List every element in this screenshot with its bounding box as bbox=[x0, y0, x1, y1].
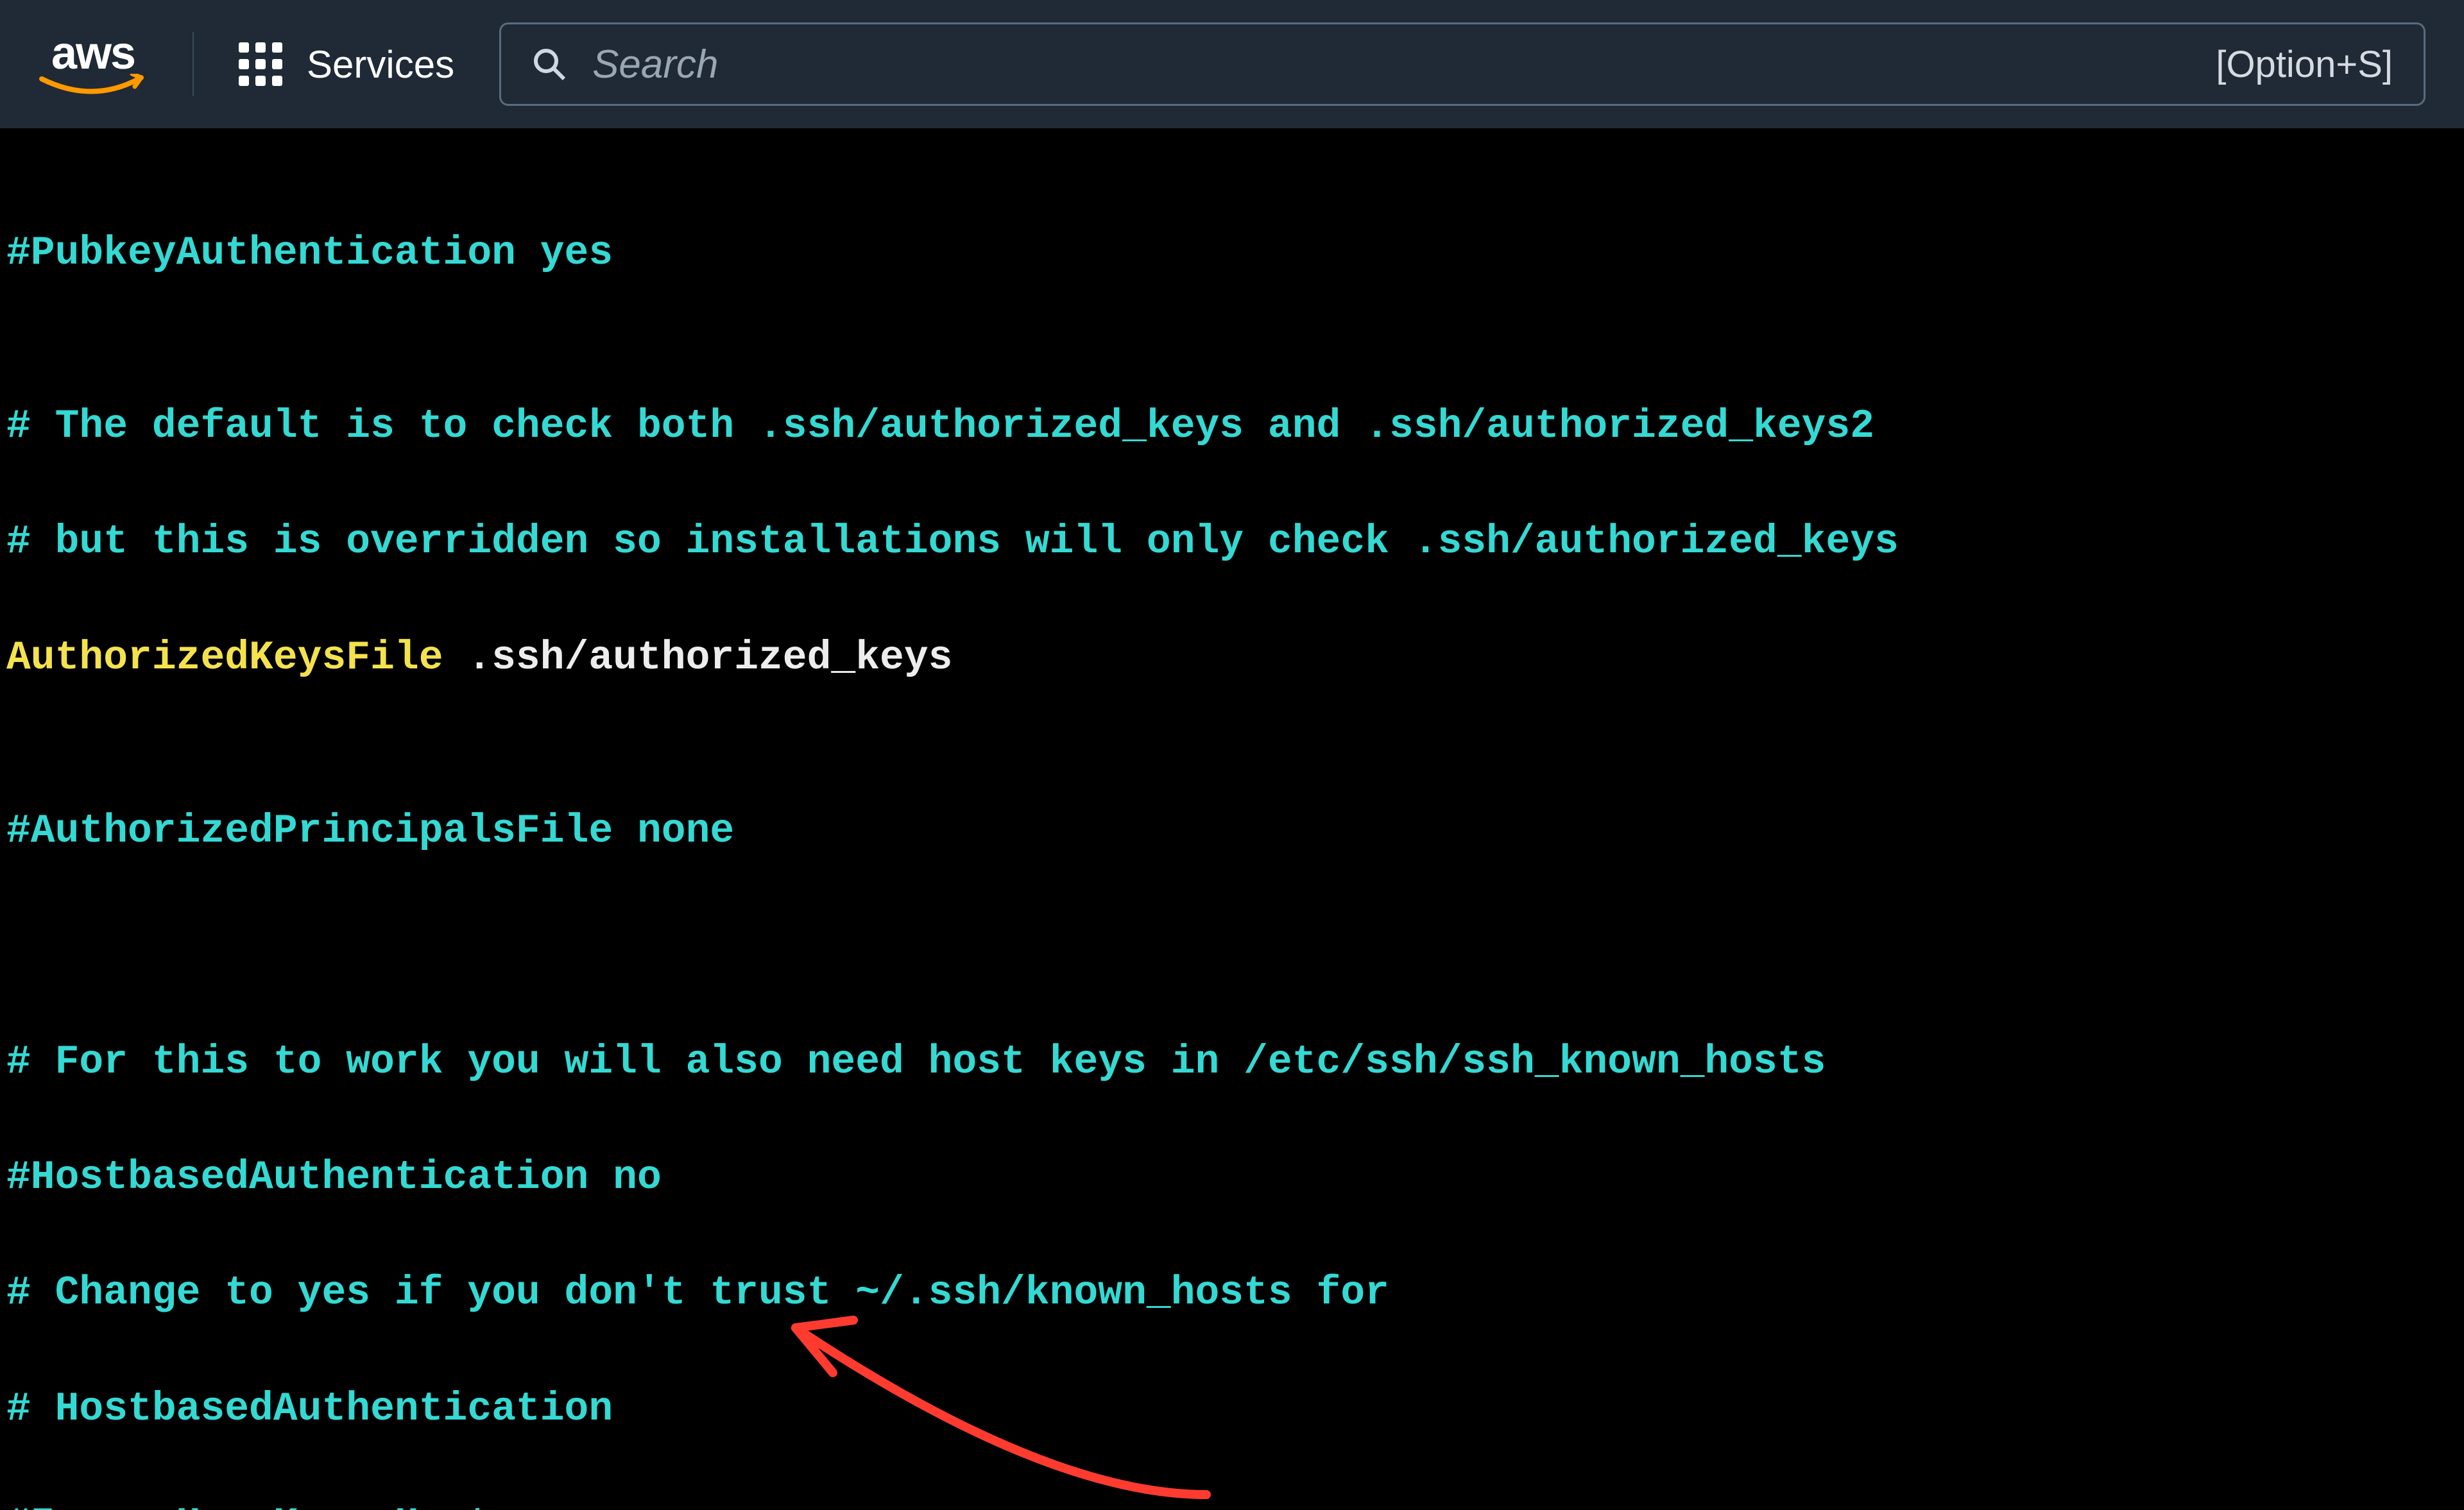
config-line: AuthorizedKeysFile .ssh/authorized_keys bbox=[6, 629, 2458, 687]
directive-key: AuthorizedKeysFile bbox=[6, 635, 443, 681]
config-line: # Change to yes if you don't trust ~/.ss… bbox=[6, 1264, 2458, 1322]
aws-logo[interactable]: aws bbox=[38, 30, 148, 98]
config-line: # HostbasedAuthentication bbox=[6, 1380, 2458, 1438]
config-line: # but this is overridden so installation… bbox=[6, 513, 2458, 571]
global-search[interactable]: [Option+S] bbox=[499, 22, 2426, 106]
services-label: Services bbox=[307, 42, 454, 87]
search-icon bbox=[532, 47, 567, 81]
config-line: #HostbasedAuthentication no bbox=[6, 1149, 2458, 1207]
config-line: # For this to work you will also need ho… bbox=[6, 1033, 2458, 1091]
aws-smile-icon bbox=[38, 74, 148, 98]
search-shortcut-hint: [Option+S] bbox=[2216, 43, 2393, 86]
aws-nav-bar: aws Services [Option+S] bbox=[0, 0, 2464, 128]
services-grid-icon bbox=[239, 42, 282, 86]
config-line: #IgnoreUserKnownHosts no bbox=[6, 1496, 2458, 1510]
services-menu-button[interactable]: Services bbox=[239, 42, 454, 87]
search-input[interactable] bbox=[592, 42, 2190, 87]
config-line: #PubkeyAuthentication yes bbox=[6, 225, 2458, 282]
terminal-editor[interactable]: #PubkeyAuthentication yes # The default … bbox=[0, 128, 2464, 1510]
config-line: #AuthorizedPrincipalsFile none bbox=[6, 802, 2458, 860]
nav-divider bbox=[193, 32, 194, 96]
config-line: # The default is to check both .ssh/auth… bbox=[6, 398, 2458, 455]
directive-value: .ssh/authorized_keys bbox=[443, 635, 953, 681]
aws-logo-text: aws bbox=[51, 30, 135, 76]
